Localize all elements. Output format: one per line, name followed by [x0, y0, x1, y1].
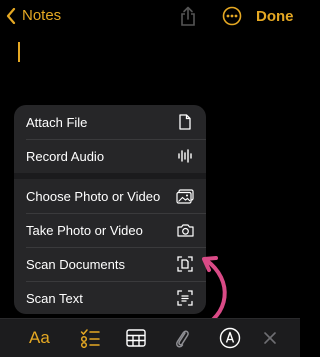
menu-item-label: Take Photo or Video	[26, 222, 143, 238]
share-icon[interactable]	[179, 6, 197, 31]
menu-item-label: Record Audio	[26, 148, 105, 164]
photo-library-icon	[176, 187, 194, 205]
done-button[interactable]: Done	[256, 8, 294, 25]
camera-icon	[176, 221, 194, 239]
menu-item-record-audio[interactable]: Record Audio	[14, 139, 206, 173]
markup-pen-icon[interactable]	[219, 327, 241, 349]
checklist-icon[interactable]	[80, 327, 100, 349]
menu-item-attach-file[interactable]: Attach File	[14, 105, 206, 139]
menu-item-scan-documents[interactable]: Scan Documents	[14, 247, 206, 281]
menu-item-label: Choose Photo or Video	[26, 188, 161, 204]
paperclip-icon[interactable]	[174, 327, 190, 349]
document-icon	[176, 113, 194, 131]
menu-item-take-photo[interactable]: Take Photo or Video	[14, 213, 206, 247]
menu-item-label: Scan Text	[26, 290, 83, 306]
back-label: Notes	[22, 7, 62, 24]
menu-item-scan-text[interactable]: Scan Text	[14, 281, 206, 314]
menu-item-choose-photo[interactable]: Choose Photo or Video	[14, 179, 206, 213]
back-button[interactable]: Notes	[6, 7, 61, 24]
text-format-button[interactable]: Aa	[29, 327, 50, 349]
more-options-icon[interactable]	[222, 6, 242, 31]
menu-item-label: Attach File	[26, 114, 88, 130]
close-icon[interactable]	[263, 327, 277, 349]
navigation-bar: Notes Done	[0, 0, 300, 34]
menu-item-label: Scan Documents	[26, 256, 125, 272]
table-icon[interactable]	[126, 327, 146, 349]
formatting-toolbar: Aa	[0, 318, 300, 357]
attachment-menu: Attach File Record Audio Choose Photo or…	[14, 105, 206, 314]
text-cursor	[18, 42, 20, 62]
chevron-left-icon	[6, 7, 16, 24]
waveform-icon	[176, 147, 194, 165]
